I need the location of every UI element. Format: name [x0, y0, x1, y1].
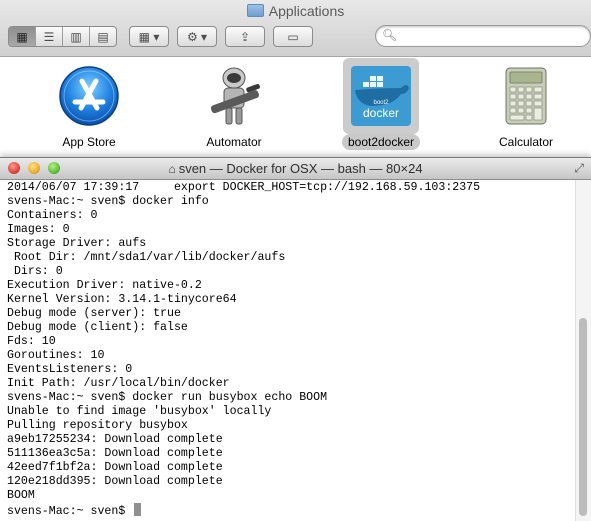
terminal-title-label: sven — Docker for OSX — bash — 80×24 — [178, 161, 423, 176]
boot2docker-label: boot2docker — [341, 134, 421, 150]
finder-title-label: Applications — [268, 3, 345, 19]
finder-window-title: Applications — [0, 3, 591, 19]
terminal-line: 42eed7f1bf2a: Download complete — [7, 461, 223, 474]
share-button[interactable]: ⇪ — [225, 26, 265, 47]
terminal-prompt-line: svens-Mac:~ sven$ — [7, 503, 480, 518]
finder-toolbar: Applications ▦ ☰ ▥ ▤ ▦ ▾ ⚙ ▾ ⇪ ▭ 🔍︎ — [0, 0, 591, 57]
text-cursor — [134, 503, 142, 516]
app-store-label: App Store — [62, 135, 116, 149]
terminal-line: Fds: 10 — [7, 335, 56, 348]
terminal-line: EventsListeners: 0 — [7, 363, 133, 376]
folder-icon — [246, 4, 264, 17]
terminal-line: 511136ea3c5a: Download complete — [7, 447, 223, 460]
tags-button[interactable]: ▭ — [273, 26, 313, 47]
terminal-line: Init Path: /usr/local/bin/docker — [7, 377, 230, 390]
terminal-line: Unable to find image 'busybox' locally — [7, 405, 272, 418]
app-item-calculator[interactable]: Calculator — [476, 57, 576, 151]
terminal-scrollbar[interactable] — [575, 180, 591, 521]
terminal-line: svens-Mac:~ sven$ docker run busybox ech… — [7, 391, 328, 404]
view-mode-group: ▦ ☰ ▥ ▤ — [8, 26, 117, 47]
app-item-app-store[interactable]: App Store — [39, 57, 139, 151]
terminal-window: ⌂ sven — Docker for OSX — bash — 80×24 ⤢ … — [0, 157, 591, 521]
home-icon: ⌂ — [168, 162, 176, 176]
terminal-titlebar[interactable]: ⌂ sven — Docker for OSX — bash — 80×24 ⤢ — [0, 158, 591, 180]
scrollbar-thumb[interactable] — [579, 318, 587, 516]
terminal-line: BOOM — [7, 489, 35, 502]
terminal-line: Debug mode (client): false — [7, 321, 188, 334]
terminal-line: Debug mode (server): true — [7, 307, 181, 320]
app-item-boot2docker[interactable]: boot2 docker boot2docker — [331, 57, 431, 151]
calculator-icon — [494, 64, 558, 128]
terminal-line: Storage Driver: aufs — [7, 237, 147, 250]
terminal-line: 2014/06/07 17:39:17 export DOCKER_HOST=t… — [7, 181, 481, 194]
terminal-line: Kernel Version: 3.14.1-tinycore64 — [7, 293, 237, 306]
terminal-line: Root Dir: /mnt/sda1/var/lib/docker/aufs — [7, 251, 286, 264]
search-input[interactable] — [398, 27, 582, 45]
terminal-line: 120e218dd395: Download complete — [7, 475, 223, 488]
terminal-line: svens-Mac:~ sven$ docker info — [7, 195, 209, 208]
terminal-prompt: svens-Mac:~ sven$ — [7, 505, 133, 518]
svg-text:docker: docker — [363, 106, 399, 120]
terminal-line: a9eb17255234: Download complete — [7, 433, 223, 446]
terminal-line: Dirs: 0 — [7, 265, 63, 278]
terminal-output[interactable]: 2014/06/07 17:39:17 export DOCKER_HOST=t… — [0, 180, 576, 521]
automator-robot-icon — [202, 64, 266, 128]
terminal-line: Pulling repository busybox — [7, 419, 188, 432]
boot2docker-whale-icon: boot2 docker — [343, 58, 419, 134]
finder-icon-grid: App Store Automator boot2 docker boot2do… — [0, 57, 591, 157]
icon-view-button[interactable]: ▦ — [9, 27, 36, 46]
terminal-line: Goroutines: 10 — [7, 349, 105, 362]
terminal-line: Execution Driver: native-0.2 — [7, 279, 202, 292]
terminal-line: Containers: 0 — [7, 209, 98, 222]
search-icon: 🔍︎ — [382, 28, 398, 42]
app-store-icon — [57, 64, 121, 128]
cover-flow-button[interactable]: ▤ — [90, 27, 116, 46]
terminal-text: 2014/06/07 17:39:17 export DOCKER_HOST=t… — [7, 181, 481, 518]
terminal-line: Images: 0 — [7, 223, 70, 236]
automator-label: Automator — [206, 135, 262, 149]
app-item-automator[interactable]: Automator — [184, 57, 284, 151]
arrange-button[interactable]: ▦ ▾ — [129, 26, 169, 47]
fullscreen-icon[interactable]: ⤢ — [574, 161, 584, 176]
list-view-button[interactable]: ☰ — [36, 27, 63, 46]
action-gear-button[interactable]: ⚙ ▾ — [177, 26, 217, 47]
column-view-button[interactable]: ▥ — [63, 27, 90, 46]
terminal-title: ⌂ sven — Docker for OSX — bash — 80×24 — [0, 161, 591, 176]
calculator-label: Calculator — [498, 135, 554, 149]
search-field[interactable]: 🔍︎ — [375, 25, 591, 47]
